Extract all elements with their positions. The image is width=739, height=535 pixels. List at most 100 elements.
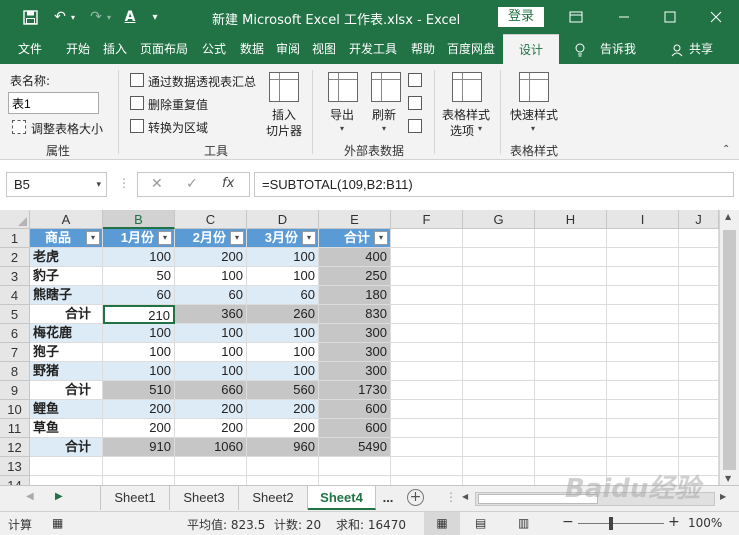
data-cell[interactable]: 200 (247, 400, 319, 419)
column-header-g[interactable]: G (463, 210, 535, 229)
row-label-cell[interactable]: 鲤鱼 (30, 400, 103, 419)
empty-cell[interactable] (30, 457, 103, 476)
empty-cell[interactable] (463, 381, 535, 400)
zoom-in-button[interactable]: + (668, 514, 680, 530)
empty-cell[interactable] (535, 343, 607, 362)
next-sheet-icon[interactable]: ▶ (55, 491, 63, 502)
empty-cell[interactable] (175, 457, 247, 476)
empty-cell[interactable] (535, 438, 607, 457)
empty-cell[interactable] (535, 286, 607, 305)
font-color-icon[interactable]: A (122, 8, 138, 26)
empty-cell[interactable] (535, 400, 607, 419)
empty-cell[interactable] (463, 267, 535, 286)
table-header-cell[interactable]: 合计 ▾ (319, 229, 391, 248)
data-cell[interactable]: 100 (175, 343, 247, 362)
empty-cell[interactable] (391, 248, 463, 267)
data-cell[interactable]: 200 (175, 400, 247, 419)
row-header-10[interactable]: 10 (0, 400, 30, 419)
data-cell[interactable]: 100 (247, 343, 319, 362)
style-options-label-2[interactable]: 选项 (450, 122, 474, 139)
quick-styles-button[interactable]: 快速样式 (510, 106, 558, 123)
tab-page-layout[interactable]: 页面布局 (140, 34, 188, 64)
row-header-2[interactable]: 2 (0, 248, 30, 267)
row-total-cell[interactable]: 830 (319, 305, 391, 324)
data-cell[interactable]: 60 (175, 286, 247, 305)
row-total-cell[interactable]: 300 (319, 362, 391, 381)
empty-cell[interactable] (679, 267, 719, 286)
row-header-1[interactable]: 1 (0, 229, 30, 248)
filter-dropdown-icon[interactable]: ▾ (374, 231, 388, 245)
insert-slicer-label-2[interactable]: 切片器 (266, 122, 302, 139)
select-all-corner[interactable] (0, 210, 30, 229)
empty-cell[interactable] (607, 324, 679, 343)
cancel-icon[interactable]: ✕ (151, 176, 163, 192)
data-cell[interactable]: 210 (103, 305, 175, 324)
empty-cell[interactable] (391, 381, 463, 400)
data-cell[interactable]: 960 (247, 438, 319, 457)
normal-view-icon[interactable]: ▦ (424, 512, 460, 535)
empty-cell[interactable] (463, 400, 535, 419)
data-cell[interactable]: 260 (247, 305, 319, 324)
empty-cell[interactable] (679, 248, 719, 267)
data-cell[interactable]: 360 (175, 305, 247, 324)
empty-cell[interactable] (103, 457, 175, 476)
empty-cell[interactable] (391, 343, 463, 362)
sheet-tab-sheet1[interactable]: Sheet1 (100, 486, 170, 510)
row-total-cell[interactable]: 600 (319, 419, 391, 438)
row-label-cell[interactable]: 合计 (30, 381, 103, 400)
lightbulb-icon[interactable] (574, 34, 586, 64)
empty-cell[interactable] (103, 476, 175, 485)
empty-cell[interactable] (391, 476, 463, 485)
data-cell[interactable]: 200 (103, 419, 175, 438)
empty-cell[interactable] (607, 381, 679, 400)
empty-cell[interactable] (607, 229, 679, 248)
empty-cell[interactable] (30, 476, 103, 485)
empty-cell[interactable] (463, 229, 535, 248)
table-header-cell[interactable]: 2月份 ▾ (175, 229, 247, 248)
row-header-4[interactable]: 4 (0, 286, 30, 305)
scroll-up-icon[interactable]: ▲ (725, 212, 731, 221)
empty-cell[interactable] (679, 343, 719, 362)
column-header-e[interactable]: E (319, 210, 391, 229)
row-header-9[interactable]: 9 (0, 381, 30, 400)
column-header-b[interactable]: B (103, 210, 175, 229)
column-header-c[interactable]: C (175, 210, 247, 229)
formula-input[interactable]: =SUBTOTAL(109,B2:B11) (254, 172, 734, 197)
row-total-cell[interactable]: 300 (319, 343, 391, 362)
vertical-scroll-thumb[interactable] (723, 230, 736, 470)
column-header-d[interactable]: D (247, 210, 319, 229)
data-cell[interactable]: 100 (175, 324, 247, 343)
tab-baidu-netdisk[interactable]: 百度网盘 (447, 34, 495, 64)
empty-cell[interactable] (679, 419, 719, 438)
row-total-cell[interactable]: 180 (319, 286, 391, 305)
row-label-cell[interactable]: 老虎 (30, 248, 103, 267)
row-header-14[interactable]: 14 (0, 476, 30, 485)
empty-cell[interactable] (247, 457, 319, 476)
row-total-cell[interactable]: 1730 (319, 381, 391, 400)
empty-cell[interactable] (391, 324, 463, 343)
zoom-level[interactable]: 100% (688, 516, 722, 530)
empty-cell[interactable] (535, 362, 607, 381)
filter-dropdown-icon[interactable]: ▾ (158, 231, 172, 245)
minimize-icon[interactable] (604, 0, 644, 34)
tab-design[interactable]: 设计 (503, 34, 559, 64)
tab-view[interactable]: 视图 (312, 34, 336, 64)
empty-cell[interactable] (535, 381, 607, 400)
data-cell[interactable]: 560 (247, 381, 319, 400)
style-options-label-1[interactable]: 表格样式 (442, 106, 490, 123)
unlink-icon[interactable] (408, 119, 422, 133)
empty-cell[interactable] (391, 229, 463, 248)
data-cell[interactable]: 510 (103, 381, 175, 400)
empty-cell[interactable] (463, 286, 535, 305)
row-label-cell[interactable]: 豹子 (30, 267, 103, 286)
remove-duplicates-button[interactable]: 删除重复值 (148, 96, 208, 113)
row-total-cell[interactable]: 5490 (319, 438, 391, 457)
export-button[interactable]: 导出 (330, 106, 354, 123)
save-icon[interactable] (22, 8, 38, 26)
data-cell[interactable]: 100 (103, 324, 175, 343)
row-label-cell[interactable]: 梅花鹿 (30, 324, 103, 343)
data-cell[interactable]: 1060 (175, 438, 247, 457)
undo-icon[interactable]: ↶ (52, 8, 68, 26)
table-name-input[interactable] (8, 92, 99, 114)
empty-cell[interactable] (535, 248, 607, 267)
